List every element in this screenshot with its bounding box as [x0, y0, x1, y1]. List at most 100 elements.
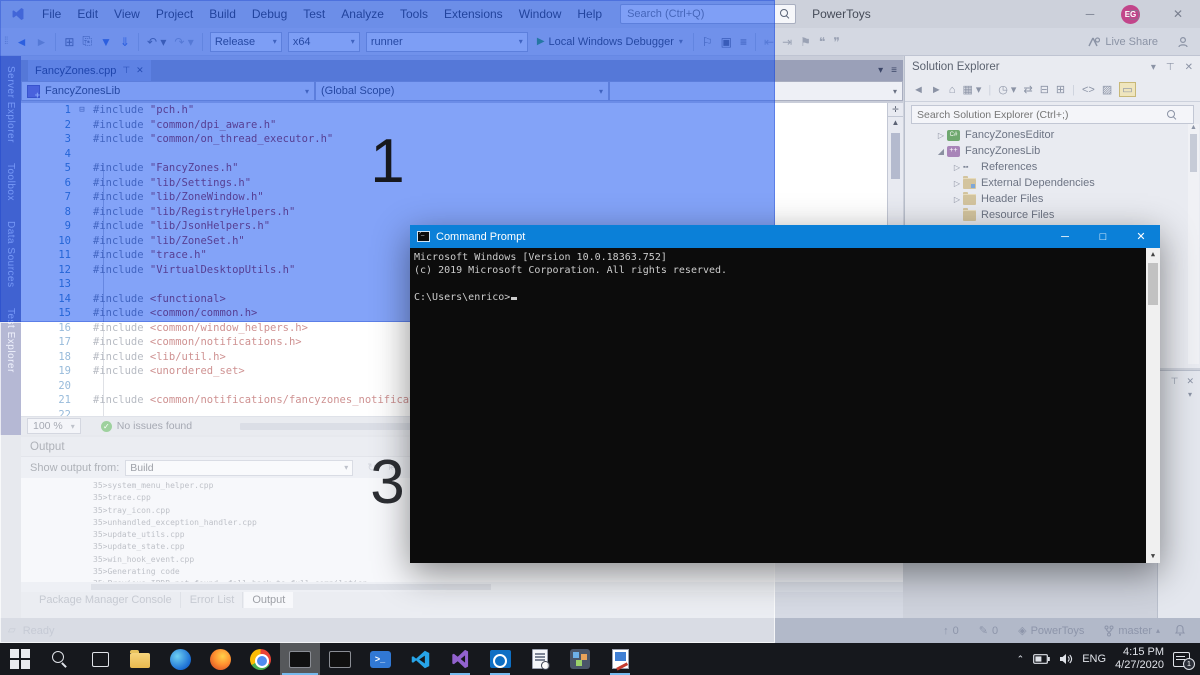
close-panel-icon[interactable]: ✕	[1186, 376, 1194, 387]
preview-selected-items-icon[interactable]: ▭	[1119, 82, 1136, 97]
expander-icon[interactable]: ▷	[935, 131, 947, 140]
menu-tools[interactable]: Tools	[392, 0, 436, 28]
switch-views-icon[interactable]: ▦ ▾	[962, 83, 981, 96]
start-debug-button[interactable]: ▶ Local Windows Debugger ▾	[531, 36, 689, 48]
powershell-button[interactable]: >_	[360, 643, 400, 675]
taskbar-search-button[interactable]	[40, 643, 80, 675]
scroll-up-icon[interactable]: ▲	[1188, 124, 1199, 131]
battery-icon[interactable]	[1033, 654, 1051, 664]
code-line[interactable]: 8 #include "lib/RegistryHelpers.h"	[21, 205, 887, 220]
hot-reload-icon[interactable]: ⚐	[698, 35, 717, 49]
expander-icon[interactable]: ◢	[935, 147, 947, 156]
output-horizontal-scrollbar[interactable]	[21, 582, 903, 592]
bookmark-icon[interactable]: ⚑	[796, 35, 815, 49]
cmd-maximize-button[interactable]: □	[1084, 225, 1122, 248]
toggle-word-wrap-icon[interactable]: ⇤	[389, 461, 398, 474]
tab-fancyzones-cpp[interactable]: FancyZones.cpp ⊤ ✕	[28, 60, 151, 81]
open-file-icon[interactable]: ⎘	[78, 34, 96, 49]
bottom-tab-error-list[interactable]: Error List	[182, 592, 244, 608]
tool-tab-test-explorer[interactable]: Test Explorer	[5, 298, 16, 383]
nav-member-dropdown[interactable]: ▾	[609, 81, 903, 101]
collapse-all-icon[interactable]: ⊟	[1040, 83, 1049, 96]
tree-item-fancyzoneslib[interactable]: ◢ FancyZonesLib	[905, 143, 1200, 159]
se-back-icon[interactable]: ◄	[913, 84, 924, 96]
vs-close-button[interactable]: ✕	[1156, 0, 1200, 28]
firefox-button[interactable]	[200, 643, 240, 675]
panel-dropdown-icon[interactable]: ▾	[1158, 390, 1200, 399]
menu-window[interactable]: Window	[511, 0, 570, 28]
code-line[interactable]: 6 #include "lib/Settings.h"	[21, 176, 887, 191]
tree-item-resource-files[interactable]: Resource Files	[905, 207, 1200, 223]
powertoys-button[interactable]	[560, 643, 600, 675]
tool-tab-server-explorer[interactable]: Server Explorer	[5, 56, 16, 153]
clear-all-icon[interactable]: ↻	[367, 461, 376, 474]
git-pushes[interactable]: ↑ 0	[937, 625, 965, 637]
chrome-button[interactable]	[240, 643, 280, 675]
outlook-button[interactable]	[480, 643, 520, 675]
action-center-icon[interactable]: 1	[1173, 651, 1195, 670]
view-code-icon[interactable]: <>	[1082, 84, 1095, 96]
save-all-icon[interactable]: ⇓	[116, 35, 134, 49]
scrollbar-thumb[interactable]	[1148, 263, 1158, 305]
navigate-forward-icon[interactable]: ►	[31, 35, 51, 49]
platform-combo[interactable]: x64 ▾	[287, 31, 360, 52]
se-scrollbar[interactable]: ▲	[1188, 124, 1199, 364]
scrollbar-thumb[interactable]	[1190, 134, 1197, 172]
navigate-back-icon[interactable]: ◄	[12, 35, 32, 49]
save-icon[interactable]: ▼	[96, 35, 116, 49]
se-forward-icon[interactable]: ►	[931, 84, 942, 96]
menu-analyze[interactable]: Analyze	[333, 0, 392, 28]
cmd-close-button[interactable]: ✕	[1122, 225, 1160, 248]
person-add-icon[interactable]	[1177, 36, 1190, 48]
tab-overflow-icon[interactable]: ▾	[878, 65, 883, 76]
log-viewer-button[interactable]	[520, 643, 560, 675]
vs-search-box[interactable]	[620, 4, 797, 24]
menu-file[interactable]: File	[34, 0, 69, 28]
output-source-combo[interactable]: Build ▾	[125, 459, 354, 476]
code-line[interactable]: 4	[21, 147, 887, 162]
menu-help[interactable]: Help	[569, 0, 610, 28]
code-line[interactable]: 7 #include "lib/ZoneWindow.h"	[21, 190, 887, 205]
new-project-icon[interactable]: ⊞	[60, 35, 78, 49]
pin-icon[interactable]: ⊤	[1171, 376, 1179, 387]
live-share-button[interactable]: Live Share	[1105, 36, 1158, 48]
editor-tool-button[interactable]	[600, 643, 640, 675]
cmd-minimize-button[interactable]: ─	[1046, 225, 1084, 248]
expander-icon[interactable]: ▷	[951, 179, 963, 188]
menu-test[interactable]: Test	[295, 0, 333, 28]
undo-icon[interactable]: ↶ ▾	[143, 35, 170, 49]
close-panel-icon[interactable]: ✕	[1185, 62, 1193, 73]
bottom-tab-output[interactable]: Output	[244, 592, 294, 608]
cmd-scrollbar[interactable]: ▲ ▼	[1146, 248, 1160, 563]
scroll-down-icon[interactable]: ▼	[1146, 550, 1160, 563]
code-line[interactable]: 3 #include "common/on_thread_executor.h"	[21, 132, 887, 147]
task-view-button[interactable]	[80, 643, 120, 675]
panel-menu-icon[interactable]: ▾	[1151, 62, 1156, 73]
bottom-tab-package-manager-console[interactable]: Package Manager Console	[31, 592, 181, 608]
split-handle-icon[interactable]: ✛	[888, 103, 903, 117]
scrollbar-thumb[interactable]	[891, 133, 900, 179]
home-icon[interactable]: ⌂	[949, 84, 956, 96]
cmd-terminal[interactable]: Microsoft Windows [Version 10.0.18363.75…	[410, 248, 1160, 563]
tool-tab-data-sources[interactable]: Data Sources	[5, 211, 16, 298]
solution-explorer-search[interactable]	[911, 105, 1194, 124]
menu-view[interactable]: View	[106, 0, 148, 28]
comment-icon[interactable]: ❝	[815, 35, 829, 49]
cmd-titlebar[interactable]: Command Prompt ─ □ ✕	[410, 225, 1160, 248]
command-prompt-button-active[interactable]	[280, 643, 320, 675]
start-button[interactable]	[0, 643, 40, 675]
vs-minimize-button[interactable]: ─	[1068, 0, 1112, 28]
tree-item-header-files[interactable]: ▷ Header Files	[905, 191, 1200, 207]
startup-project-combo[interactable]: runner ▾	[365, 31, 528, 52]
taskbar-clock[interactable]: 4:15 PM 4/27/2020	[1115, 646, 1164, 672]
scroll-up-icon[interactable]: ▲	[1146, 248, 1160, 261]
toolbar-grip[interactable]: ⁞⁞	[4, 36, 8, 47]
tree-item-fancyzoneseditor[interactable]: ▷ FancyZonesEditor	[905, 127, 1200, 143]
nav-project-dropdown[interactable]: FancyZonesLib▾	[21, 81, 315, 101]
volume-icon[interactable]	[1059, 653, 1073, 665]
repository-picker[interactable]: ◈ PowerToys	[1012, 624, 1090, 638]
expander-icon[interactable]: ▷	[951, 195, 963, 204]
indent-decrease-icon[interactable]: ⇤	[760, 35, 778, 49]
code-line[interactable]: 1 ⊟ #include "pch.h"	[21, 103, 887, 118]
scroll-up-icon[interactable]: ▲	[888, 117, 903, 129]
